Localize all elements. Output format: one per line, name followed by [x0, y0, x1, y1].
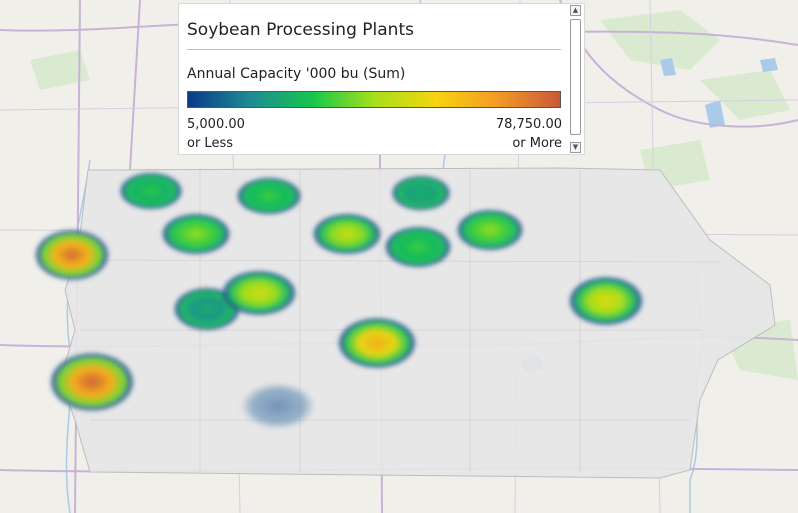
heat-spot-c-12[interactable]	[337, 317, 417, 369]
legend-panel: Soybean Processing Plants Annual Capacit…	[179, 4, 584, 154]
heat-spot-e-11[interactable]	[568, 276, 644, 326]
legend-scrollbar[interactable]: ▲ ▼	[567, 4, 584, 154]
legend-color-scale	[187, 91, 561, 108]
legend-min-label: 5,000.00 or Less	[187, 115, 245, 153]
legend-divider	[187, 49, 561, 50]
legend-min-value: 5,000.00	[187, 117, 245, 132]
chevron-up-icon[interactable]: ▲	[570, 5, 581, 16]
scroll-thumb[interactable]	[570, 19, 581, 135]
legend-min-suffix: or Less	[187, 136, 233, 151]
legend-max-value: 78,750.00	[495, 117, 562, 132]
heat-spot-s-14[interactable]	[240, 382, 316, 430]
iowa-region	[59, 167, 776, 479]
legend-title: Soybean Processing Plants	[187, 20, 414, 40]
heat-spot-n-5[interactable]	[312, 213, 382, 255]
heat-spot-n-2[interactable]	[236, 177, 302, 215]
heat-spot-ne-7[interactable]	[456, 209, 524, 251]
chevron-down-icon[interactable]: ▼	[570, 142, 581, 153]
heat-spot-n-6[interactable]	[384, 226, 452, 268]
heat-spot-nw-1[interactable]	[119, 172, 183, 210]
heat-spot-c-10[interactable]	[221, 270, 297, 316]
legend-max-suffix: or More	[512, 136, 562, 151]
heat-spot-sw-13[interactable]	[49, 352, 135, 412]
legend-subtitle: Annual Capacity '000 bu (Sum)	[187, 66, 406, 82]
heat-spot-n-3[interactable]	[391, 175, 451, 211]
heat-spot-w-8[interactable]	[34, 229, 110, 281]
heat-spot-nw-4[interactable]	[161, 213, 231, 255]
legend-max-label: 78,750.00 or More	[496, 115, 562, 153]
